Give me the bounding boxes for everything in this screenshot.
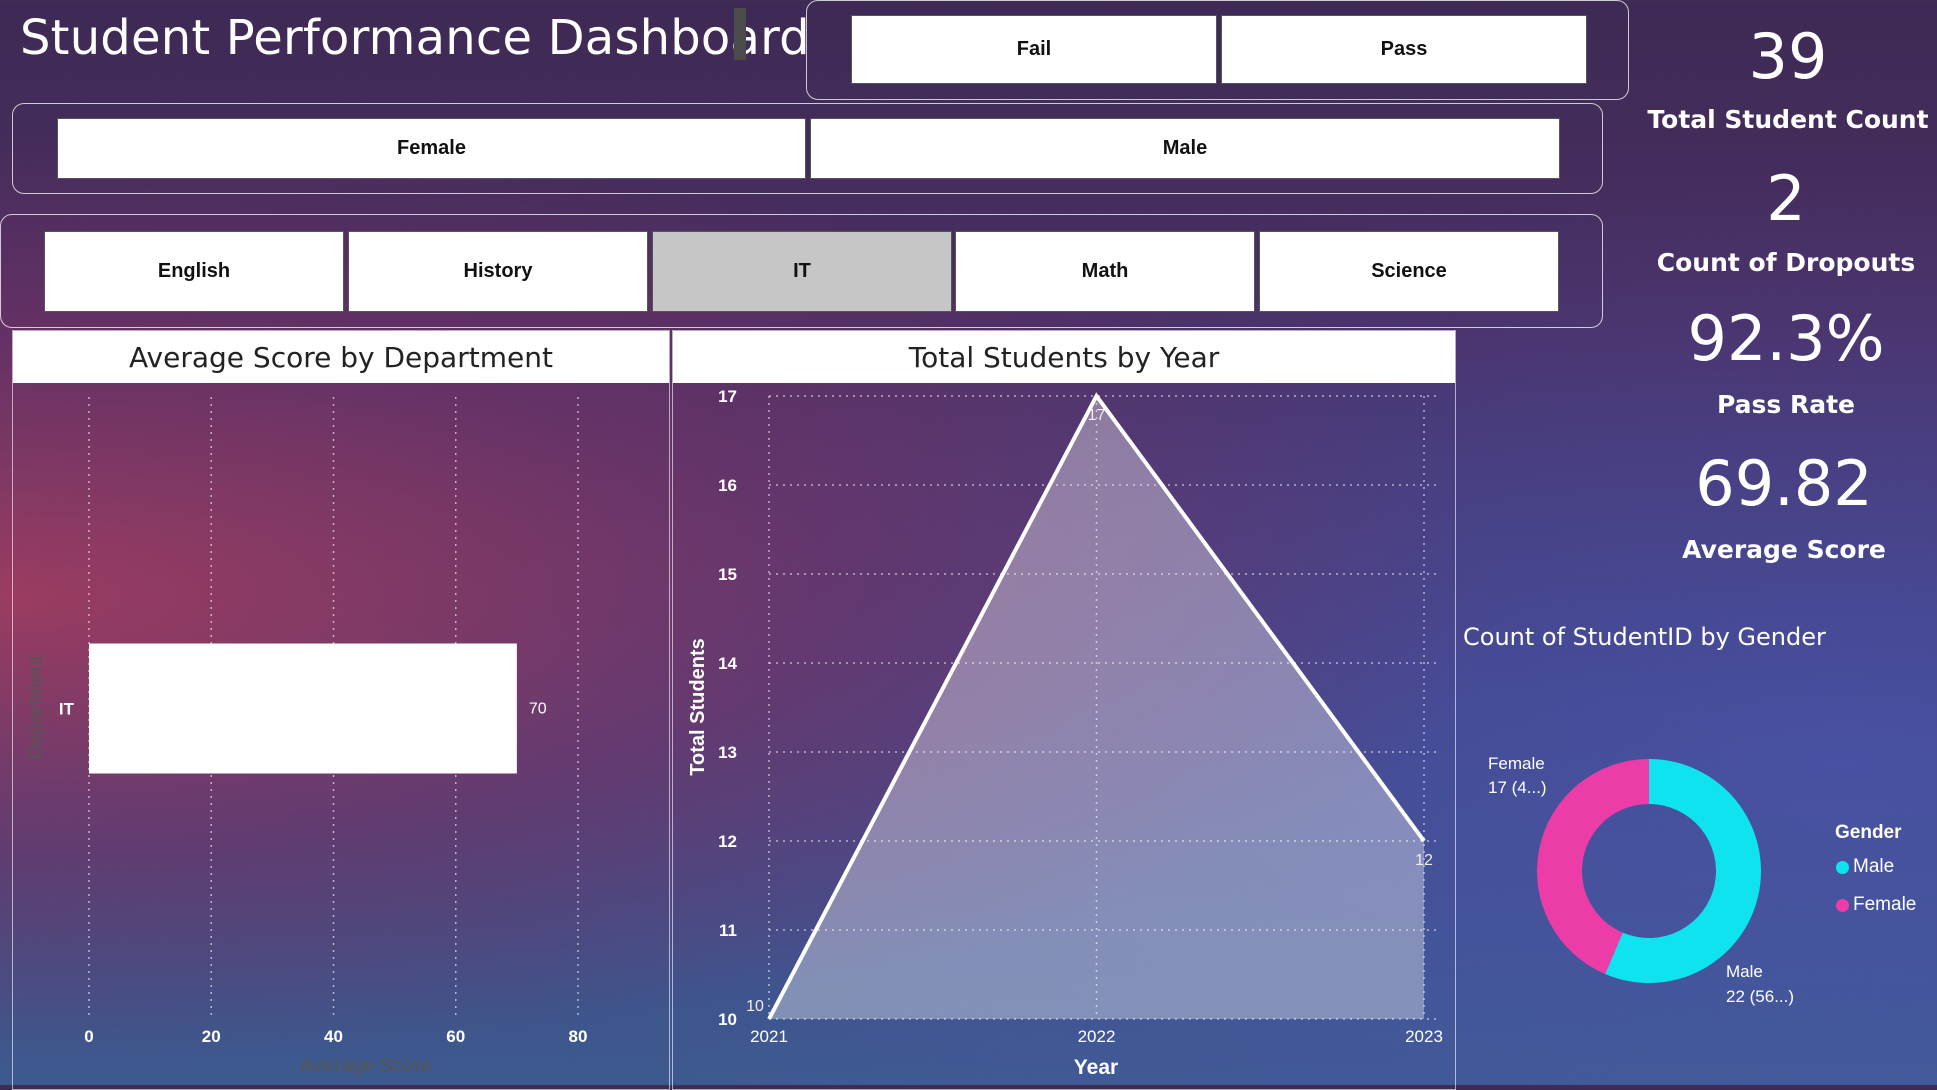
legend-label-male: Male: [1853, 856, 1895, 877]
title-accent-bar: [734, 8, 746, 60]
slicer-math-button[interactable]: Math: [955, 231, 1255, 312]
legend-item-male[interactable]: Male: [1836, 856, 1894, 878]
bar-it: [89, 643, 517, 774]
slicer-it-button[interactable]: IT: [652, 231, 952, 312]
kpi-dropouts-value: 2: [1766, 162, 1806, 235]
donut-label-male-name: Male: [1726, 962, 1763, 981]
avg-score-chart: 0 20 40 60 80 IT 70 Average Score Department: [25, 397, 588, 1077]
legend-item-female[interactable]: Female: [1836, 894, 1916, 916]
slicer-male-button[interactable]: Male: [810, 118, 1560, 179]
page-title: Student Performance Dashboard: [20, 10, 810, 66]
y-tick-label: 14: [718, 654, 737, 673]
y-tick-label: 16: [718, 476, 737, 495]
x-tick-label: 80: [569, 1027, 588, 1046]
slicer-pass-button[interactable]: Pass: [1221, 15, 1587, 84]
legend-label-female: Female: [1853, 894, 1917, 915]
x-tick-label: 40: [324, 1027, 343, 1046]
y-tick-label: 10: [718, 1010, 737, 1029]
kpi-average-score-label: Average Score: [1682, 535, 1886, 564]
y-axis-title: Total Students: [687, 638, 709, 775]
y-tick-label: 12: [718, 832, 737, 851]
point-data-label: 12: [1415, 852, 1433, 869]
x-tick-label: 0: [84, 1027, 93, 1046]
donut-label-female-name: Female: [1488, 754, 1545, 773]
donut-label-female-value: 17 (4...): [1488, 778, 1547, 797]
slicer-fail-button[interactable]: Fail: [851, 15, 1217, 84]
point-data-label: 17: [1088, 407, 1106, 424]
y-tick-label: 15: [718, 565, 737, 584]
gender-donut-chart: Male 22 (56...) Female 17 (4...): [1488, 754, 1794, 1006]
kpi-total-students-value: 39: [1748, 20, 1828, 93]
legend-dot-female: [1836, 898, 1849, 912]
kpi-total-students-label: Total Student Count: [1647, 105, 1929, 134]
students-by-year-chart: 10 11 12 13 14 15 16 17 2021 2022 2023 10 17 12 Year To…: [687, 387, 1443, 1079]
donut-label-male-value: 22 (56...): [1726, 987, 1794, 1006]
y-tick-label: 13: [718, 743, 737, 762]
students-by-year-chart-title: Total Students by Year: [673, 331, 1455, 383]
x-tick-label: 60: [446, 1027, 465, 1046]
slicer-english-button[interactable]: English: [44, 231, 344, 312]
kpi-dropouts-label: Count of Dropouts: [1656, 248, 1916, 277]
bar-data-label: 70: [529, 701, 547, 718]
x-tick-label: 2023: [1405, 1027, 1443, 1046]
y-tick-label: 17: [718, 387, 737, 406]
kpi-pass-rate-value: 92.3%: [1687, 302, 1885, 375]
x-axis-title: Year: [1074, 1056, 1118, 1079]
legend-dot-male: [1836, 860, 1849, 874]
slicer-female-button[interactable]: Female: [57, 118, 806, 179]
x-tick-label: 20: [202, 1027, 221, 1046]
x-tick-label: 2021: [750, 1027, 788, 1046]
y-tick-label: 11: [719, 921, 737, 940]
point-data-label: 10: [746, 998, 764, 1015]
slicer-science-button[interactable]: Science: [1259, 231, 1559, 312]
avg-score-chart-title: Average Score by Department: [13, 331, 669, 383]
gender-donut-title: Count of StudentID by Gender: [1463, 623, 1826, 651]
x-tick-label: 2022: [1078, 1027, 1116, 1046]
gender-legend-title: Gender: [1835, 822, 1902, 843]
y-tick-label: IT: [59, 700, 75, 719]
kpi-average-score-value: 69.82: [1695, 447, 1873, 520]
slicer-history-button[interactable]: History: [348, 231, 648, 312]
y-axis-title: Department: [25, 654, 47, 759]
kpi-pass-rate-label: Pass Rate: [1716, 390, 1855, 419]
x-axis-title: Average Score: [300, 1055, 432, 1077]
